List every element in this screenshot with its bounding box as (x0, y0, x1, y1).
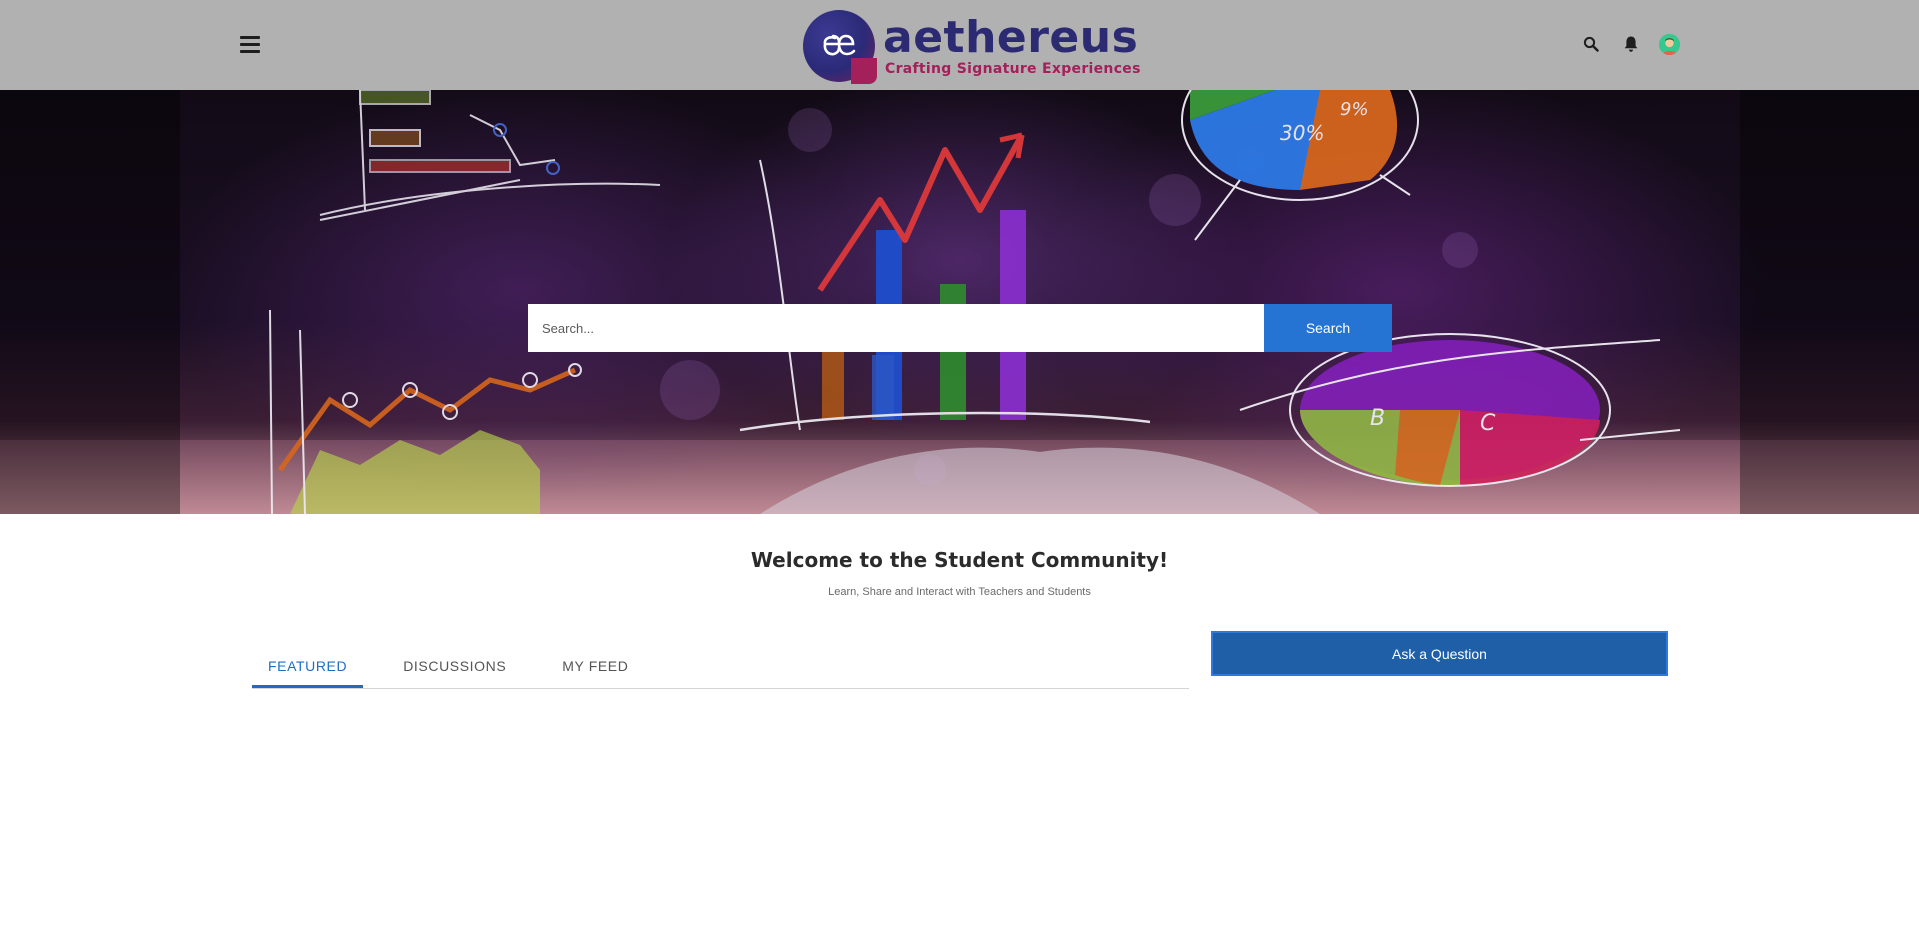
site-header: aethereus Crafting Signature Experiences (0, 0, 1919, 90)
brand-logo-mark (803, 10, 877, 84)
svg-text:C: C (1480, 411, 1496, 436)
brand-text: aethereus Crafting Signature Experiences (883, 12, 1141, 78)
brand-logo[interactable]: aethereus Crafting Signature Experiences (803, 9, 1141, 84)
brand-name: aethereus (883, 12, 1139, 63)
search-input[interactable] (528, 304, 1264, 352)
tab-discussions[interactable]: DISCUSSIONS (387, 650, 522, 688)
search-icon[interactable] (1580, 33, 1602, 55)
user-avatar-icon (1659, 34, 1680, 55)
tab-my-feed[interactable]: MY FEED (546, 650, 644, 688)
hero-banner: 30% 9% B C Search... Search (0, 90, 1919, 514)
hero-search-bar: Search (528, 304, 1392, 352)
bell-icon[interactable] (1620, 33, 1642, 55)
user-avatar[interactable] (1659, 34, 1680, 55)
svg-text:30%: 30% (1280, 121, 1324, 145)
menu-icon-bar (240, 35, 260, 39)
ask-question-button[interactable]: Ask a Question (1211, 631, 1668, 676)
hero-background-illustration: 30% 9% B C (0, 90, 1919, 514)
page-title: Welcome to the Student Community! (750, 548, 1169, 572)
feed-tabs: FEATURED DISCUSSIONS MY FEED (252, 650, 1189, 689)
svg-text:9%: 9% (1340, 99, 1369, 120)
search-button[interactable]: Search (1264, 304, 1392, 352)
menu-icon[interactable] (236, 30, 264, 58)
svg-text:B: B (1370, 406, 1385, 431)
page-subtitle: Learn, Share and Interact with Teachers … (828, 586, 1091, 598)
tab-featured[interactable]: FEATURED (252, 650, 364, 688)
menu-icon-bar (240, 49, 260, 53)
menu-icon-bar (240, 42, 260, 46)
ae-ligature-icon (823, 34, 856, 56)
brand-tagline: Crafting Signature Experiences (885, 61, 1141, 77)
